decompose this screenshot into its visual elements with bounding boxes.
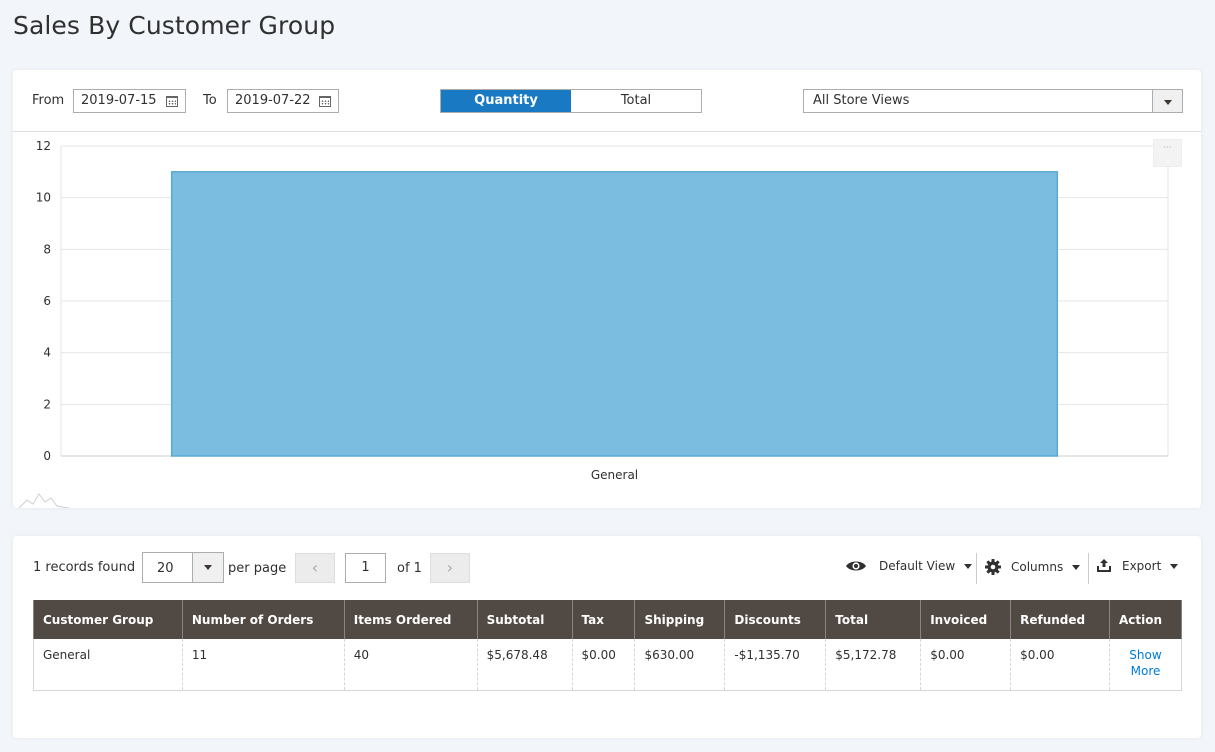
y-tick-label: 4 <box>43 346 51 360</box>
toolbar-divider <box>976 553 977 584</box>
calendar-icon[interactable] <box>319 96 331 107</box>
calendar-icon[interactable] <box>166 96 178 107</box>
x-tick-label: General <box>591 468 638 482</box>
table-cell: $0.00 <box>920 639 1012 691</box>
export-icon <box>1097 559 1111 572</box>
bar-series <box>170 171 1059 457</box>
eye-icon <box>846 561 866 571</box>
from-date-value: 2019-07-15 <box>81 93 157 108</box>
records-count: 1 records found <box>33 560 136 575</box>
page-title: Sales By Customer Group <box>13 11 336 40</box>
per-page-select[interactable]: 20 <box>142 552 224 583</box>
y-tick-label: 2 <box>43 397 51 411</box>
column-header[interactable]: Customer Group <box>33 600 183 639</box>
column-header[interactable]: Total <box>825 600 922 639</box>
table-cell: General <box>33 639 183 691</box>
show-more-link[interactable]: Show More <box>1109 639 1182 691</box>
chart-logo-icon <box>18 493 70 508</box>
export-button[interactable]: Export <box>1096 559 1179 573</box>
y-tick-label: 8 <box>43 242 51 256</box>
page-input[interactable]: 1 <box>345 553 386 583</box>
column-header[interactable]: Invoiced <box>920 600 1012 639</box>
metric-toggle: Quantity Total <box>440 89 702 113</box>
table-cell: 11 <box>181 639 345 691</box>
per-page-value: 20 <box>157 561 174 576</box>
table-cell: $0.00 <box>571 639 636 691</box>
report-table: Customer Group Number of Orders Items Or… <box>33 600 1182 691</box>
default-view-label: Default View <box>879 559 956 573</box>
store-view-value: All Store Views <box>813 93 910 108</box>
gear-icon <box>985 559 1001 575</box>
per-page-label: per page <box>228 561 287 576</box>
from-label: From <box>32 93 65 108</box>
table-cell: $5,678.48 <box>476 639 573 691</box>
to-date-value: 2019-07-22 <box>235 93 311 108</box>
column-header: Action <box>1109 600 1182 639</box>
toggle-total[interactable]: Total <box>571 90 701 112</box>
caret-down-icon <box>1072 564 1081 570</box>
bar[interactable] <box>170 171 1059 457</box>
columns-button[interactable]: Columns <box>985 559 1081 575</box>
y-tick-label: 6 <box>43 294 51 308</box>
to-label: To <box>203 93 217 108</box>
column-header[interactable]: Shipping <box>634 600 726 639</box>
column-header[interactable]: Discounts <box>724 600 827 639</box>
columns-label: Columns <box>1011 560 1064 574</box>
default-view-button[interactable]: Default View <box>845 559 973 573</box>
from-date-input[interactable]: 2019-07-15 <box>73 89 186 113</box>
table-cell: $5,172.78 <box>825 639 922 691</box>
grid-toolbar: 1 records found 20 per page ‹ 1 of 1 › D… <box>13 552 1201 584</box>
page-total: of 1 <box>397 561 422 576</box>
chevron-down-icon[interactable] <box>192 553 223 582</box>
prev-page-button[interactable]: ‹ <box>295 553 335 583</box>
y-axis: 0 2 4 6 8 10 12 <box>36 139 51 463</box>
table-header-row: Customer Group Number of Orders Items Or… <box>33 600 1182 639</box>
to-date-input[interactable]: 2019-07-22 <box>227 89 339 113</box>
table-cell: -$1,135.70 <box>724 639 827 691</box>
column-header[interactable]: Refunded <box>1010 600 1110 639</box>
store-view-select[interactable]: All Store Views <box>803 89 1183 113</box>
table-cell: 40 <box>343 639 478 691</box>
chevron-down-icon[interactable] <box>1152 90 1182 112</box>
caret-down-icon <box>1170 563 1179 569</box>
table-cell: $0.00 <box>1010 639 1110 691</box>
chart-zoom-button[interactable] <box>1153 139 1182 167</box>
export-label: Export <box>1122 559 1162 573</box>
table-row: General 11 40 $5,678.48 $0.00 $630.00 -$… <box>33 639 1182 691</box>
toggle-quantity[interactable]: Quantity <box>441 90 571 112</box>
next-page-button[interactable]: › <box>430 553 470 583</box>
chart-panel: From 2019-07-15 To 2019-07-22 Quantity T… <box>13 70 1201 508</box>
toolbar-divider <box>1088 553 1089 584</box>
column-header[interactable]: Number of Orders <box>181 600 345 639</box>
chart-filters: From 2019-07-15 To 2019-07-22 Quantity T… <box>13 70 1201 132</box>
x-axis: General <box>591 468 638 482</box>
y-tick-label: 10 <box>36 191 51 205</box>
caret-down-icon <box>964 563 973 569</box>
column-header[interactable]: Tax <box>571 600 636 639</box>
report-grid-panel: 1 records found 20 per page ‹ 1 of 1 › D… <box>13 536 1201 738</box>
column-header[interactable]: Subtotal <box>476 600 573 639</box>
y-tick-label: 12 <box>36 139 51 153</box>
bar-chart: 0 2 4 6 8 10 12 General <box>18 139 1169 508</box>
y-tick-label: 0 <box>43 449 51 463</box>
column-header[interactable]: Items Ordered <box>343 600 478 639</box>
table-cell: $630.00 <box>634 639 726 691</box>
